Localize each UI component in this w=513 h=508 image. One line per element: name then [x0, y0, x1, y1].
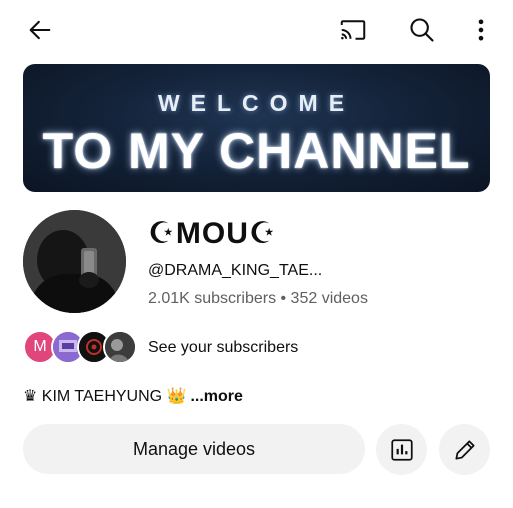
- channel-name: ☪MOU☪: [148, 217, 277, 250]
- see-subscribers-row[interactable]: M See your subscribers: [23, 330, 423, 366]
- more-link[interactable]: ...more: [190, 388, 242, 405]
- cast-button[interactable]: [335, 12, 371, 48]
- see-subscribers-label: See your subscribers: [148, 339, 299, 356]
- channel-description[interactable]: ♛ KIM TAEHYUNG 👑 ...more: [23, 386, 243, 406]
- subscriber-initial: M: [33, 338, 47, 355]
- pencil-icon: [454, 439, 475, 460]
- analytics-button[interactable]: [376, 424, 427, 475]
- crown-symbol: ♛: [23, 388, 38, 405]
- channel-stats: 2.01K subscribers • 352 videos: [148, 290, 368, 307]
- subscriber-avatar-image: [105, 332, 135, 362]
- more-options-button[interactable]: [463, 12, 499, 48]
- arrow-left-icon: [29, 20, 51, 40]
- top-app-bar: [0, 0, 513, 62]
- edit-channel-button[interactable]: [439, 424, 490, 475]
- search-button[interactable]: [404, 12, 440, 48]
- hooded-figure-image: [23, 210, 126, 313]
- manage-videos-button[interactable]: Manage videos: [23, 424, 365, 474]
- more-vert-icon: [478, 19, 484, 41]
- channel-avatar[interactable]: [23, 210, 126, 313]
- channel-banner[interactable]: WELCOME TO MY CHANNEL: [23, 64, 490, 192]
- subscriber-avatar: [103, 330, 137, 364]
- manage-videos-label: Manage videos: [132, 438, 256, 459]
- cast-icon: [340, 20, 366, 40]
- banner-line-2: TO MY CHANNEL: [42, 123, 471, 179]
- channel-handle: @DRAMA_KING_TAE...: [148, 262, 323, 279]
- back-button[interactable]: [22, 12, 58, 48]
- analytics-icon: [390, 438, 413, 461]
- description-text: KIM TAEHYUNG 👑: [37, 388, 187, 405]
- search-icon: [410, 18, 434, 42]
- banner-line-1: WELCOME: [157, 90, 356, 116]
